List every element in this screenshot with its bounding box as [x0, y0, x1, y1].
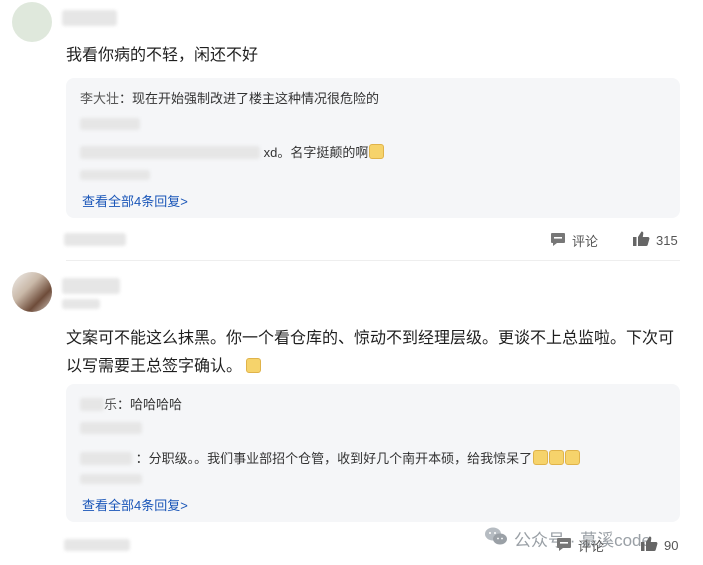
emoji-icon: [565, 450, 581, 465]
reply-text: ：哈哈哈哈: [117, 397, 183, 412]
comment-label: 评论: [578, 539, 605, 554]
blurred-author[interactable]: [80, 146, 260, 159]
reply-text: xd。名字挺颠的啊: [263, 145, 369, 160]
username[interactable]: [62, 278, 120, 294]
emoji-icon: [369, 144, 385, 159]
thumbs-up-icon: [632, 231, 650, 250]
reply-text: ：现在开始强制改进了楼主这种情况很危险的: [119, 91, 380, 106]
comment-text-part: 以写需要王总签字确认。: [66, 358, 243, 375]
divider: [66, 260, 680, 261]
wechat-icon: [484, 526, 508, 551]
reply-author[interactable]: 乐: [104, 397, 117, 412]
username[interactable]: [62, 10, 117, 26]
emoji-icon: [533, 450, 549, 465]
like-count: 315: [656, 233, 678, 248]
emoji-icon: [549, 450, 565, 465]
comment-button[interactable]: 评论: [556, 536, 604, 555]
reply-box: 乐：哈哈哈哈 ：分职级。。我们事业部招个仓管，收到好几个南开本硕，给我惊呆了 查…: [66, 384, 680, 522]
comment-text: 文案可不能这么抹黑。你一个看仓库的、惊动不到经理层级。更谈不上总监啦。下次可 以…: [66, 325, 674, 381]
blurred-author[interactable]: [80, 452, 132, 465]
comment-text-line: 文案可不能这么抹黑。你一个看仓库的、惊动不到经理层级。更谈不上总监啦。下次可: [66, 330, 675, 347]
comment-text-line: 以写需要王总签字确认。: [66, 353, 674, 381]
comment-button[interactable]: 评论: [550, 231, 598, 250]
reply-item: xd。名字挺颠的啊: [80, 142, 385, 161]
comment-label: 评论: [572, 234, 599, 249]
like-count: 90: [664, 538, 679, 553]
like-button[interactable]: 90: [640, 536, 678, 555]
blurred-reply: [80, 118, 140, 130]
emoji-icon: [246, 358, 262, 373]
reply-text: ：分职级。。我们事业部招个仓管，收到好几个南开本硕，给我惊呆了: [135, 451, 533, 466]
user-subtitle: [62, 299, 100, 309]
comment-icon: [550, 232, 566, 250]
view-all-replies-link[interactable]: 查看全部4条回复>: [82, 191, 188, 210]
blurred-author[interactable]: [80, 398, 104, 411]
timestamp: [64, 233, 126, 246]
avatar[interactable]: [12, 272, 52, 312]
blurred-reply: [80, 170, 150, 180]
thumbs-up-icon: [640, 536, 658, 555]
avatar[interactable]: [12, 2, 52, 42]
blurred-reply: [80, 474, 142, 484]
reply-box: 李大壮：现在开始强制改进了楼主这种情况很危险的 xd。名字挺颠的啊 查看全部4条…: [66, 78, 680, 218]
like-button[interactable]: 315: [632, 231, 678, 250]
blurred-reply: [80, 422, 142, 434]
timestamp: [64, 539, 130, 551]
reply-item: 乐：哈哈哈哈: [80, 394, 182, 413]
comment-icon: [556, 537, 572, 555]
reply-author[interactable]: 李大壮: [80, 91, 119, 106]
comment-text: 我看你病的不轻，闲还不好: [66, 47, 259, 64]
reply-item: ：分职级。。我们事业部招个仓管，收到好几个南开本硕，给我惊呆了: [80, 448, 581, 467]
view-all-replies-link[interactable]: 查看全部4条回复>: [82, 495, 188, 514]
reply-item: 李大壮：现在开始强制改进了楼主这种情况很危险的: [80, 88, 379, 107]
